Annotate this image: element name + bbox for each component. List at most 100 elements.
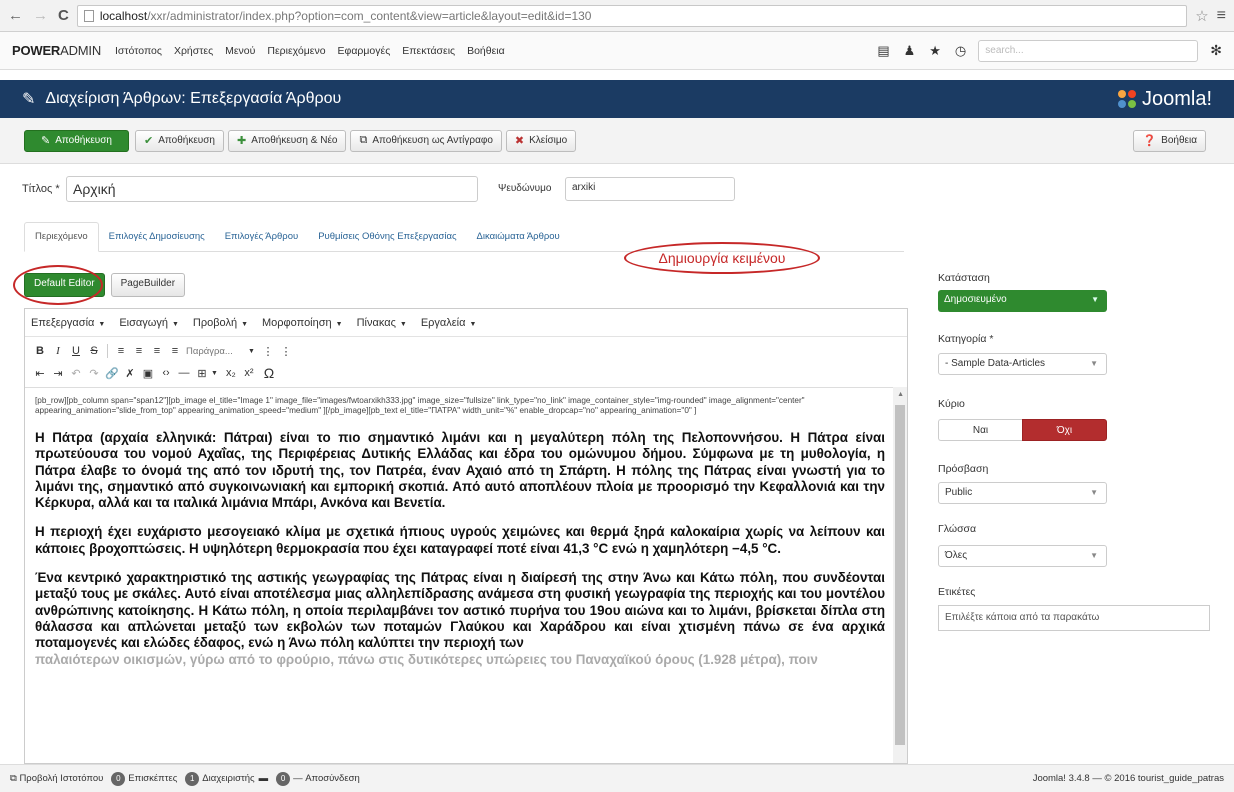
- back-arrow-icon[interactable]: ←: [8, 7, 23, 24]
- top-nav-right: ▤ ♟ ★ ◷ search... ✻: [863, 39, 1222, 62]
- tab-content[interactable]: Περιεχόμενο: [24, 222, 99, 252]
- featured-no-button[interactable]: Όχι: [1022, 419, 1107, 441]
- url-input[interactable]: localhost/xxr/administrator/index.php?op…: [76, 4, 1188, 27]
- edit-icon: ✎: [41, 135, 51, 147]
- help-button[interactable]: ❓ Βοήθεια: [1133, 129, 1206, 152]
- format-select[interactable]: Παράγρα...: [184, 346, 248, 357]
- menu-view-label: Προβολή: [192, 316, 238, 329]
- nav-item-components[interactable]: Εφαρμογές: [338, 45, 391, 57]
- bullet-list-icon[interactable]: ⋮: [259, 345, 277, 358]
- nav-item-help[interactable]: Βοήθεια: [467, 45, 505, 57]
- align-center-icon[interactable]: ≡: [130, 345, 148, 357]
- nav-item-extensions[interactable]: Επεκτάσεις: [402, 45, 455, 57]
- link-icon[interactable]: 🔗: [103, 367, 121, 380]
- image-icon[interactable]: ▣: [139, 367, 157, 380]
- unlink-icon[interactable]: ✗: [121, 367, 139, 380]
- table-icon[interactable]: ⊞: [193, 367, 211, 380]
- annotation-circle: [13, 265, 103, 305]
- bookmark-star-icon[interactable]: ☆: [1195, 7, 1208, 25]
- footer-copyright: Joomla! 3.4.8 — © 2016 tourist_guide_pat…: [1032, 773, 1224, 784]
- external-link-icon: ⧉: [10, 773, 20, 784]
- save-new-label: Αποθήκευση & Νέο: [251, 135, 338, 146]
- outdent-icon[interactable]: ⇤: [31, 367, 49, 380]
- pagebuilder-button[interactable]: PageBuilder: [110, 273, 186, 297]
- clock-icon[interactable]: ◷: [955, 43, 966, 59]
- menu-edit[interactable]: Επεξεργασία ▼: [31, 317, 105, 329]
- messages-icon: ▬: [258, 773, 269, 784]
- align-right-icon[interactable]: ≡: [148, 345, 166, 357]
- caret-down-icon: ▼: [469, 320, 477, 328]
- featured-toggle: Ναι Όχι: [938, 419, 1107, 441]
- featured-yes-button[interactable]: Ναι: [938, 419, 1022, 441]
- star-icon[interactable]: ★: [929, 43, 941, 59]
- tab-permissions[interactable]: Δικαιώματα Άρθρου: [467, 231, 570, 251]
- tab-publishing[interactable]: Επιλογές Δημοσίευσης: [99, 231, 215, 251]
- view-site-link[interactable]: Προβολή Ιστοτόπου: [19, 773, 103, 784]
- nav-item-site[interactable]: Ιστότοπος: [115, 45, 162, 57]
- strikethrough-icon[interactable]: S: [85, 345, 103, 357]
- code-icon[interactable]: ‹›: [157, 367, 175, 379]
- caret-down-icon: ▼: [1090, 551, 1098, 560]
- menu-format[interactable]: Μορφοποίηση ▼: [262, 317, 343, 329]
- brand-bold: POWER: [12, 43, 61, 58]
- subscript-icon[interactable]: x₂: [222, 367, 240, 379]
- user-icon[interactable]: ♟: [904, 43, 916, 59]
- superscript-icon[interactable]: x²: [240, 367, 258, 379]
- nav-item-menus[interactable]: Μενού: [225, 45, 255, 57]
- brand-logo[interactable]: POWERADMIN: [12, 43, 101, 58]
- alias-input[interactable]: arxiki: [565, 177, 735, 201]
- editor-menubar: Επεξεργασία ▼ Εισαγωγή ▼ Προβολή ▼ Μορφοποί…: [25, 309, 907, 337]
- access-select[interactable]: Public ▼: [938, 482, 1107, 504]
- menu-insert[interactable]: Εισαγωγή ▼: [119, 317, 179, 329]
- nav-item-content[interactable]: Περιεχόμενο: [267, 45, 325, 57]
- nav-item-users[interactable]: Χρήστες: [174, 45, 213, 57]
- page-title: Διαχείριση Άρθρων: Επεξεργασία Άρθρου: [45, 90, 342, 107]
- search-input[interactable]: search...: [978, 39, 1199, 62]
- horizontal-rule-icon[interactable]: —: [175, 367, 193, 379]
- editor-scroll-thumb[interactable]: [895, 405, 905, 745]
- save-close-button[interactable]: ✔ Αποθήκευση: [135, 129, 224, 152]
- save-copy-button[interactable]: ⧉ Αποθήκευση ως Αντίγραφο: [350, 129, 502, 152]
- category-select[interactable]: - Sample Data-Articles ▼: [938, 353, 1107, 375]
- apply-button[interactable]: ✎ Αποθήκευση: [24, 129, 129, 152]
- tab-options[interactable]: Επιλογές Άρθρου: [215, 231, 308, 251]
- scroll-up-icon[interactable]: ▲: [897, 391, 904, 398]
- save-new-button[interactable]: ✚ Αποθήκευση & Νέο: [228, 129, 347, 152]
- align-left-icon[interactable]: ≡: [112, 345, 130, 357]
- monitor-icon[interactable]: ▤: [877, 43, 889, 59]
- featured-label: Κύριο: [938, 398, 965, 410]
- joomla-icon[interactable]: ✻: [1210, 42, 1222, 59]
- rich-text-editor: Επεξεργασία ▼ Εισαγωγή ▼ Προβολή ▼ Μορφοποί…: [24, 308, 908, 764]
- title-input[interactable]: Αρχική: [66, 176, 478, 202]
- menu-table[interactable]: Πίνακας ▼: [357, 317, 407, 329]
- tab-editor-config[interactable]: Ρυθμίσεις Οθόνης Επεξεργασίας: [308, 231, 466, 251]
- indent-icon[interactable]: ⇥: [49, 367, 67, 380]
- undo-icon[interactable]: ↶: [67, 367, 85, 380]
- italic-icon[interactable]: I: [49, 345, 67, 357]
- redo-icon[interactable]: ↷: [85, 367, 103, 380]
- editor-content-area[interactable]: [pb_row][pb_column span="span12"][pb_ima…: [25, 387, 895, 763]
- caret-down-icon: ▼: [241, 320, 248, 328]
- close-button[interactable]: ✖ Κλείσιμο: [505, 129, 577, 152]
- numbered-list-icon[interactable]: ⋮: [277, 345, 295, 358]
- logout-link[interactable]: Αποσύνδεση: [305, 773, 360, 784]
- underline-icon[interactable]: U: [67, 345, 85, 357]
- page-title-bar: ✎ Διαχείριση Άρθρων: Επεξεργασία Άρθρου …: [0, 80, 1234, 118]
- status-select[interactable]: Δημοσιευμένο ▼: [938, 290, 1107, 312]
- save-copy-label: Αποθήκευση ως Αντίγραφο: [372, 135, 493, 146]
- menu-tools[interactable]: Εργαλεία ▼: [421, 317, 477, 329]
- paragraph-1: Η Πάτρα (αρχαία ελληνικά: Πάτραι) είναι …: [35, 430, 885, 511]
- align-justify-icon[interactable]: ≡: [166, 345, 184, 357]
- menu-view[interactable]: Προβολή ▼: [193, 317, 248, 329]
- browser-menu-icon[interactable]: ≡: [1217, 7, 1226, 25]
- admin-top-nav: POWERADMIN Ιστότοπος Χρήστες Μενού Περιε…: [0, 32, 1234, 70]
- tags-input[interactable]: Επιλέξτε κάποια από τα παρακάτω: [938, 605, 1210, 631]
- reload-icon[interactable]: C: [58, 7, 69, 24]
- joomla-logo-text: Joomla!: [1141, 87, 1212, 110]
- forward-arrow-icon[interactable]: →: [33, 7, 48, 24]
- special-chars-icon[interactable]: Ω: [260, 365, 278, 381]
- language-select[interactable]: Όλες ▼: [938, 545, 1107, 567]
- bold-icon[interactable]: B: [31, 345, 49, 357]
- save-close-label: Αποθήκευση: [158, 135, 215, 146]
- messages-count-badge: 0: [276, 771, 291, 786]
